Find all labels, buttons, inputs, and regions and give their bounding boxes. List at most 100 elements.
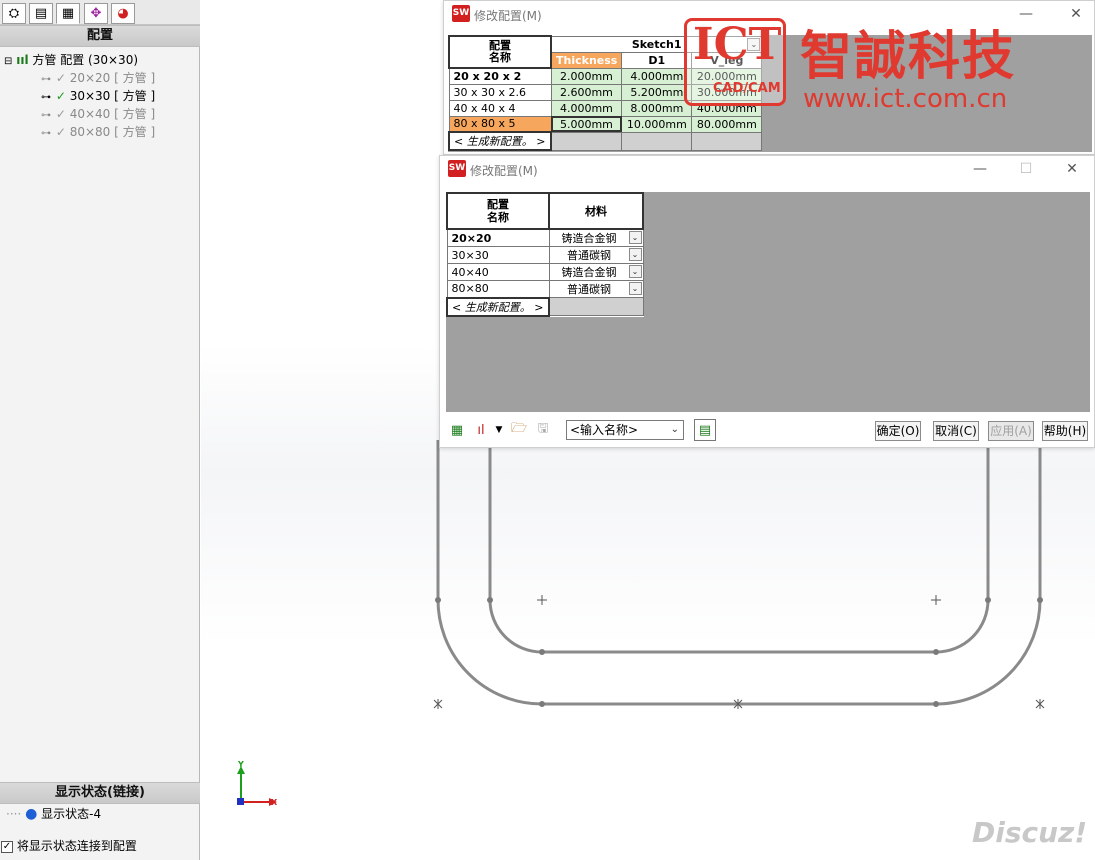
d1-value[interactable]: 5.200mm [621, 83, 693, 101]
collapse-icon[interactable]: ⊟ [4, 56, 12, 67]
row-config-name[interactable]: 30×30 [446, 246, 550, 264]
feature-manager-panel: ⛭ ▤ ▦ ✥ ◕ 配置 ⊟ ııl 方管 配置 (30×30) ⊶ ✓ 20×… [0, 0, 200, 860]
material-select[interactable]: 铸造合金钢 ⌄ [548, 263, 644, 281]
material-header[interactable]: 材料 [548, 192, 644, 230]
ict-logo-subtitle: CAD/CAM [713, 81, 781, 96]
config-item-tag: [ 方管 ] [114, 107, 156, 121]
config-item-name: 30×30 [69, 89, 111, 103]
ok-button[interactable]: 确定(O) [875, 421, 921, 441]
feature-tree-tab[interactable]: ⛭ [2, 3, 26, 24]
param-header-d1[interactable]: D1 [621, 51, 693, 69]
material-select[interactable]: 普通碳钢 ⌄ [548, 246, 644, 264]
config-root-suffix: (30×30) [88, 53, 139, 67]
table-settings-icon[interactable]: ▤ [694, 419, 716, 441]
table-row: 40×40 铸造合金钢 ⌄ [446, 263, 644, 281]
dialog2-titlebar[interactable]: SW 修改配置(M) — ☐ ✕ [440, 156, 1094, 184]
display-manager-tab[interactable]: ◕ [111, 3, 135, 24]
config-name-header: 配置 名称 [446, 192, 550, 230]
dialog2-title: 修改配置(M) [470, 164, 538, 178]
maximize-button[interactable]: ☐ [1016, 159, 1036, 179]
config-item-name: 20×20 [69, 71, 111, 85]
table-row: 20×20 铸造合金钢 ⌄ [446, 228, 644, 247]
triad-y-label: Y [238, 760, 244, 769]
configuration-manager-icon: ▦ [61, 6, 75, 21]
config-item-80x80[interactable]: ⊶ ✓ 80×80 [ 方管 ] [40, 123, 155, 141]
config-item-tag: [ 方管 ] [114, 125, 156, 139]
dropdown-arrow-icon[interactable]: ▼ [490, 421, 508, 439]
chevron-down-icon[interactable]: ⌄ [671, 421, 679, 439]
configuration-section-header: 配置 [0, 25, 200, 47]
thickness-value[interactable]: 4.000mm [550, 99, 623, 117]
table-row: 80×80 普通碳钢 ⌄ [446, 280, 644, 298]
table-row: 30×30 普通碳钢 ⌄ [446, 246, 644, 264]
material-value: 铸造合金钢 [561, 232, 617, 245]
row-config-name[interactable]: 20×20 [446, 228, 550, 247]
minimize-button[interactable]: — [1016, 4, 1036, 24]
chevron-down-icon[interactable]: ⌄ [628, 231, 642, 244]
new-config-row[interactable]: < 生成新配置。 > [448, 131, 552, 151]
modify-configuration-dialog-2[interactable]: SW 修改配置(M) — ☐ ✕ 配置 名称 材料 20×20 铸造合金钢 ⌄ 3… [439, 155, 1095, 448]
link-display-state-checkbox[interactable]: ✓ [1, 840, 13, 853]
config-name-combo[interactable]: <输入名称> ⌄ [566, 420, 684, 440]
save-icon[interactable]: 🖫 [534, 421, 552, 439]
empty-cell [550, 131, 623, 151]
thickness-value[interactable]: 5.000mm [550, 115, 623, 133]
minimize-button[interactable]: — [970, 159, 990, 179]
close-button[interactable]: ✕ [1066, 4, 1086, 24]
close-button[interactable]: ✕ [1062, 159, 1082, 179]
apply-button[interactable]: 应用(A) [988, 421, 1034, 441]
chevron-down-icon[interactable]: ⌄ [628, 282, 642, 295]
v-leg-value[interactable]: 80.000mm [691, 115, 763, 133]
config-tree-root[interactable]: ⊟ ııl 方管 配置 (30×30) [4, 51, 138, 69]
dialog2-table-area: 配置 名称 材料 20×20 铸造合金钢 ⌄ 30×30 普通碳钢 ⌄ 40×40 … [446, 192, 1090, 412]
open-folder-icon[interactable]: 🗁 [510, 421, 528, 439]
d1-value[interactable]: 4.000mm [621, 67, 693, 85]
row-config-name[interactable]: 40 x 40 x 4 [448, 99, 552, 117]
chevron-down-icon[interactable]: ⌄ [628, 265, 642, 278]
empty-cell [621, 131, 693, 151]
row-config-name[interactable]: 20 x 20 x 2 [448, 67, 552, 85]
dimxpert-icon: ✥ [90, 6, 102, 21]
dimxpert-tab[interactable]: ✥ [84, 3, 108, 24]
material-select[interactable]: 铸造合金钢 ⌄ [548, 228, 644, 247]
help-button[interactable]: 帮助(H) [1042, 421, 1088, 441]
sketch-profile [436, 440, 1042, 706]
configuration-manager-tab[interactable]: ▦ [56, 3, 80, 24]
property-manager-tab[interactable]: ▤ [29, 3, 53, 24]
material-select[interactable]: 普通碳钢 ⌄ [548, 280, 644, 298]
check-icon: ✓ [55, 125, 66, 139]
link-display-state-label: 将显示状态连接到配置 [16, 839, 137, 853]
thickness-value[interactable]: 2.600mm [550, 83, 623, 101]
part-config-icon: ııl [16, 53, 29, 67]
material-value: 铸造合金钢 [561, 266, 617, 279]
config-item-30x30[interactable]: ⊶ ✓ 30×30 [ 方管 ] [40, 87, 155, 105]
row-config-name[interactable]: 30 x 30 x 2.6 [448, 83, 552, 101]
config-link-icon: ⊶ [41, 128, 51, 139]
cancel-button[interactable]: 取消(C) [933, 421, 979, 441]
link-display-state-row[interactable]: ✓ 将显示状态连接到配置 [1, 837, 137, 855]
thickness-value[interactable]: 2.000mm [550, 67, 623, 85]
config-item-20x20[interactable]: ⊶ ✓ 20×20 [ 方管 ] [40, 69, 155, 87]
triad-x-label: X [271, 798, 278, 807]
param-header-thickness[interactable]: Thickness [550, 51, 623, 69]
ict-url-watermark: www.ict.com.cn [803, 84, 1008, 114]
check-icon: ✓ [55, 89, 66, 103]
row-config-name[interactable]: 80 x 80 x 5 [448, 115, 552, 133]
table-row: 80 x 80 x 5 5.000mm 10.000mm 80.000mm [448, 115, 763, 133]
new-config-row[interactable]: < 生成新配置。 > [446, 296, 550, 317]
d1-value[interactable]: 8.000mm [621, 99, 693, 117]
chevron-down-icon[interactable]: ⌄ [628, 248, 642, 261]
material-value: 普通碳钢 [567, 249, 611, 262]
dialog2-material-table: 配置 名称 材料 20×20 铸造合金钢 ⌄ 30×30 普通碳钢 ⌄ 40×40 … [446, 192, 644, 317]
config-item-40x40[interactable]: ⊶ ✓ 40×40 [ 方管 ] [40, 105, 155, 123]
outer-profile [436, 440, 1042, 706]
display-state-item[interactable]: ···· ● 显示状态-4 [6, 805, 101, 823]
sketch-group-label: Sketch1 [631, 37, 682, 51]
row-config-name[interactable]: 40×40 [446, 263, 550, 281]
parameters-icon[interactable]: ▦ [448, 421, 466, 439]
config-view-icon[interactable]: ıl [472, 421, 490, 439]
empty-cell [691, 131, 763, 151]
d1-value[interactable]: 10.000mm [621, 115, 693, 133]
config-item-tag: [ 方管 ] [114, 89, 156, 103]
row-config-name[interactable]: 80×80 [446, 280, 550, 298]
